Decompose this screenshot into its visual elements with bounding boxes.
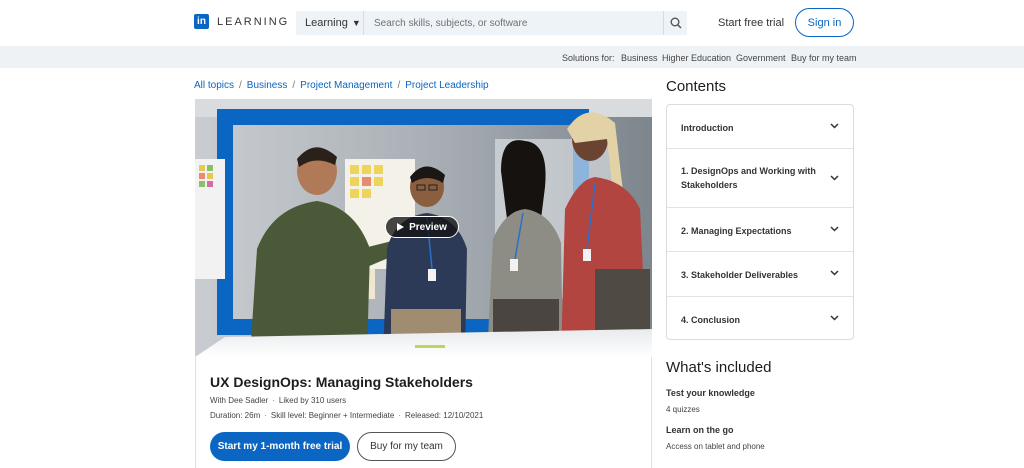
chevron-down-icon bbox=[830, 226, 839, 232]
included-item-detail: Access on tablet and phone bbox=[666, 442, 765, 451]
included-item-heading: Test your knowledge bbox=[666, 388, 755, 398]
breadcrumb-project-management[interactable]: Project Management bbox=[300, 80, 392, 91]
sign-in-button[interactable]: Sign in bbox=[795, 8, 854, 37]
solutions-bar: Solutions for: Business Higher Education… bbox=[0, 46, 1024, 68]
search-bar: Learning ▼ bbox=[296, 11, 687, 35]
contents-heading: Contents bbox=[666, 78, 727, 95]
breadcrumb-separator: / bbox=[397, 80, 401, 91]
toc-item-label: Introduction bbox=[681, 123, 734, 133]
meta-separator: · bbox=[272, 396, 275, 405]
search-icon bbox=[670, 17, 682, 29]
included-item-heading: Learn on the go bbox=[666, 425, 734, 435]
preview-button[interactable]: Preview bbox=[385, 216, 459, 238]
toc-item-chapter-3[interactable]: 3. Stakeholder Deliverables bbox=[667, 252, 853, 297]
course-duration: Duration: 26m bbox=[210, 411, 261, 420]
chevron-down-icon bbox=[830, 270, 839, 276]
solutions-business-link[interactable]: Business bbox=[621, 53, 658, 63]
chevron-down-icon bbox=[830, 175, 839, 181]
course-skill-level: Skill level: Beginner + Intermediate bbox=[270, 411, 395, 420]
search-button[interactable] bbox=[663, 11, 687, 35]
caret-down-icon: ▼ bbox=[351, 18, 361, 28]
toc-item-chapter-1[interactable]: 1. DesignOps and Working with Stakeholde… bbox=[667, 149, 853, 208]
top-nav: in LEARNING Learning ▼ Start free trial … bbox=[0, 0, 1024, 46]
toc-item-chapter-2[interactable]: 2. Managing Expectations bbox=[667, 208, 853, 252]
chevron-down-icon bbox=[830, 123, 839, 129]
breadcrumb-all-topics[interactable]: All topics bbox=[194, 80, 234, 91]
toc-item-label: 4. Conclusion bbox=[681, 315, 741, 325]
breadcrumb-separator: / bbox=[292, 80, 296, 91]
logo-text: LEARNING bbox=[217, 15, 290, 28]
included-item-detail: 4 quizzes bbox=[666, 405, 700, 414]
breadcrumb-business[interactable]: Business bbox=[247, 80, 288, 91]
meta-separator: · bbox=[264, 411, 267, 420]
toc-item-label: 2. Managing Expectations bbox=[681, 226, 792, 236]
breadcrumb-separator: / bbox=[239, 80, 242, 91]
course-info-card: UX DesignOps: Managing Stakeholders With… bbox=[195, 357, 652, 468]
course-author-line: With Dee Sadler · Liked by 310 users bbox=[210, 396, 346, 405]
solutions-government-link[interactable]: Government bbox=[736, 53, 786, 63]
start-free-trial-link[interactable]: Start free trial bbox=[718, 17, 784, 29]
course-author: With Dee Sadler bbox=[210, 396, 269, 405]
search-category-label: Learning bbox=[305, 17, 348, 29]
start-trial-button[interactable]: Start my 1-month free trial bbox=[210, 432, 350, 461]
solutions-higher-education-link[interactable]: Higher Education bbox=[662, 53, 731, 63]
contents-accordion: Introduction 1. DesignOps and Working wi… bbox=[666, 104, 854, 340]
play-icon bbox=[397, 223, 405, 231]
meta-separator: · bbox=[398, 411, 401, 420]
course-preview-image[interactable]: Preview bbox=[195, 99, 652, 357]
breadcrumb: All topics / Business / Project Manageme… bbox=[194, 80, 489, 91]
whats-included-heading: What's included bbox=[666, 359, 772, 376]
course-details-line: Duration: 26m · Skill level: Beginner + In… bbox=[210, 411, 483, 420]
toc-item-introduction[interactable]: Introduction bbox=[667, 105, 853, 149]
buy-for-team-button[interactable]: Buy for my team bbox=[357, 432, 456, 461]
course-likes: Liked by 310 users bbox=[278, 396, 347, 405]
solutions-label: Solutions for: bbox=[562, 53, 615, 63]
preview-label: Preview bbox=[409, 221, 447, 233]
search-category-dropdown[interactable]: Learning ▼ bbox=[296, 11, 364, 35]
search-input[interactable] bbox=[364, 11, 663, 35]
toc-item-label: 3. Stakeholder Deliverables bbox=[681, 270, 799, 280]
course-release-date: Released: 12/10/2021 bbox=[405, 411, 484, 420]
breadcrumb-project-leadership[interactable]: Project Leadership bbox=[405, 80, 488, 91]
solutions-buy-for-team-link[interactable]: Buy for my team bbox=[791, 53, 857, 63]
linkedin-learning-logo[interactable]: in LEARNING bbox=[194, 14, 289, 29]
toc-item-chapter-4[interactable]: 4. Conclusion bbox=[667, 297, 853, 339]
toc-item-label: 1. DesignOps and Working with Stakeholde… bbox=[681, 166, 816, 190]
course-title: UX DesignOps: Managing Stakeholders bbox=[210, 374, 473, 390]
linkedin-logo-icon: in bbox=[194, 14, 209, 29]
chevron-down-icon bbox=[830, 315, 839, 321]
